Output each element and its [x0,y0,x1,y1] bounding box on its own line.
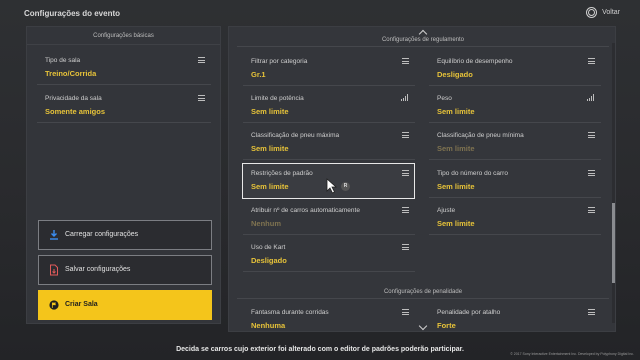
setting-power-limit[interactable]: Limite de potência Sem limite [243,89,415,123]
menu-icon [402,132,409,138]
create-room-label: Criar Sala [65,301,98,308]
setting-kart-use[interactable]: Uso de Kart Desligado [243,238,415,272]
setting-name: Restrições de padrão [251,170,313,177]
r-button-badge: R [341,182,350,191]
setting-value: Sem limite [437,219,475,228]
setting-value: Gr.1 [251,70,266,79]
setting-performance-balance[interactable]: Equilíbrio de desempenho Desligado [429,52,601,86]
menu-icon [198,95,205,101]
setting-value: Somente amigos [45,107,106,116]
setting-value: Sem limite [251,144,289,153]
setting-ghost-during-race[interactable]: Fantasma durante corridas Nenhuma [243,303,415,331]
setting-auto-car-numbers[interactable]: Atribuir nº de carros automaticamente Ne… [243,201,415,235]
menu-icon [402,58,409,64]
menu-icon [588,132,595,138]
slider-level-icon [587,94,595,101]
circle-button-icon [586,7,598,18]
setting-name: Filtrar por categoria [251,58,308,65]
setting-value: Treino/Corrida [45,69,97,78]
scrollbar[interactable] [612,43,615,323]
menu-icon [588,170,595,176]
menu-icon [402,170,409,176]
setting-name: Tipo do número do carro [437,170,508,177]
scroll-down-icon[interactable] [418,321,428,331]
setting-value: Nenhuma [251,321,286,330]
setting-value: Sem limite [251,107,289,116]
menu-icon [402,309,409,315]
setting-name: Privacidade da sala [45,95,102,102]
load-settings-label: Carregar configurações [65,231,139,238]
menu-icon [402,207,409,213]
regulation-settings-panel: Configurações de regulamento Filtrar por… [228,26,616,332]
setting-car-number-type[interactable]: Tipo do número do carro Sem limite [429,164,601,198]
page-title: Configurações do evento [24,9,121,18]
menu-icon [198,57,205,63]
setting-name: Peso [437,95,452,102]
setting-tuning[interactable]: Ajuste Sem limite [429,201,601,235]
load-settings-button[interactable]: Carregar configurações [38,220,212,250]
setting-name: Uso de Kart [251,244,286,251]
setting-value: Nenhum [251,219,281,228]
setting-value: Desligado [251,256,287,265]
menu-icon [588,207,595,213]
setting-value: Sem limite [251,182,289,191]
menu-icon [588,309,595,315]
setting-value: Desligado [437,70,473,79]
setting-value: Sem limite [437,182,475,191]
setting-name: Limite de potência [251,95,304,102]
basic-settings-title: Configurações básicas [27,27,220,45]
setting-name: Penalidade por atalho [437,309,501,316]
copyright-text: © 2017 Sony Interactive Entertainment In… [510,352,634,356]
setting-name: Fantasma durante corridas [251,309,329,316]
back-button[interactable]: Voltar [586,7,620,18]
setting-name: Tipo de sala [45,57,81,64]
save-file-icon [50,264,58,276]
setting-value: Sem limite [437,144,475,153]
slider-level-icon [401,94,409,101]
save-settings-label: Salvar configurações [65,266,131,273]
flag-circle-icon [49,300,59,310]
penalty-settings-title: Configurações de penalidade [229,285,615,299]
back-label: Voltar [602,9,620,16]
setting-room-type[interactable]: Tipo de sala Treino/Corrida [37,51,211,85]
setting-value: Sem limite [437,107,475,116]
menu-icon [402,244,409,250]
pointer-cursor-icon [326,178,338,194]
regulation-settings-title: Configurações de regulamento [229,33,615,47]
setting-name: Classificação de pneu máxima [251,132,340,139]
scrollbar-thumb[interactable] [612,203,615,283]
save-settings-button[interactable]: Salvar configurações [38,255,212,285]
setting-name: Classificação de pneu mínima [437,132,524,139]
setting-category-filter[interactable]: Filtrar por categoria Gr.1 [243,52,415,86]
setting-room-privacy[interactable]: Privacidade da sala Somente amigos [37,89,211,123]
setting-name: Ajuste [437,207,456,214]
create-room-button[interactable]: Criar Sala [38,290,212,320]
setting-shortcut-penalty[interactable]: Penalidade por atalho Forte [429,303,601,331]
setting-name: Atribuir nº de carros automaticamente [251,207,360,214]
top-bar: Configurações do evento Voltar [0,0,640,26]
setting-name: Equilíbrio de desempenho [437,58,513,65]
setting-min-tire-grade[interactable]: Classificação de pneu mínima Sem limite [429,126,601,160]
setting-weight[interactable]: Peso Sem limite [429,89,601,123]
menu-icon [588,58,595,64]
setting-value: Forte [437,321,456,330]
download-icon [50,230,58,240]
setting-max-tire-grade[interactable]: Classificação de pneu máxima Sem limite [243,126,415,160]
